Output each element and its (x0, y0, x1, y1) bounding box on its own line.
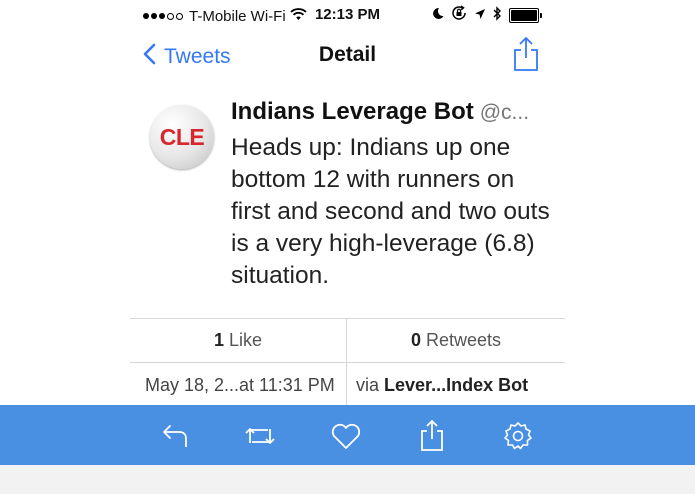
tweet-source[interactable]: via Lever...Index Bot (356, 375, 528, 396)
retweets-stat[interactable]: 0 Retweets (347, 330, 565, 351)
via-app-name: Lever...Index Bot (384, 375, 529, 395)
battery-level (511, 9, 537, 21)
share-icon[interactable] (415, 419, 449, 453)
reply-icon[interactable] (158, 419, 192, 453)
retweets-label: Retweets (425, 330, 502, 350)
page-title: Detail (318, 43, 377, 66)
avatar-logo-text: CLE (159, 123, 205, 150)
divider (130, 362, 565, 363)
tweet-toolbar (0, 405, 695, 465)
status-time: 12:13 PM (314, 6, 381, 23)
author-name: Indians Leverage Bot (231, 98, 474, 125)
likes-stat[interactable]: 1 Like (130, 330, 346, 351)
retweet-icon[interactable] (243, 419, 277, 453)
likes-label: Like (229, 330, 263, 350)
status-right (432, 5, 542, 25)
author-row[interactable]: Indians Leverage Bot @c... (231, 98, 551, 126)
rotation-lock-icon (451, 5, 467, 25)
share-icon[interactable] (512, 36, 540, 77)
avatar[interactable]: CLE (150, 105, 214, 169)
likes-count: 1 (213, 330, 224, 350)
location-icon (474, 7, 486, 24)
divider (130, 318, 565, 319)
retweets-count: 0 (410, 330, 421, 350)
bottom-bar (0, 465, 695, 494)
status-bar: T-Mobile Wi-Fi 12:13 PM (0, 0, 695, 32)
tweet-text: Heads up: Indians up one bottom 12 with … (231, 134, 550, 289)
battery-icon (509, 7, 542, 23)
author-handle: @c... (479, 101, 530, 124)
bluetooth-icon (493, 5, 502, 25)
tweet-timestamp: May 18, 2...at 11:31 PM (145, 375, 335, 395)
moon-icon (432, 7, 444, 24)
via-prefix: via (356, 375, 380, 395)
settings-icon[interactable] (501, 419, 535, 453)
like-icon[interactable] (329, 419, 363, 453)
